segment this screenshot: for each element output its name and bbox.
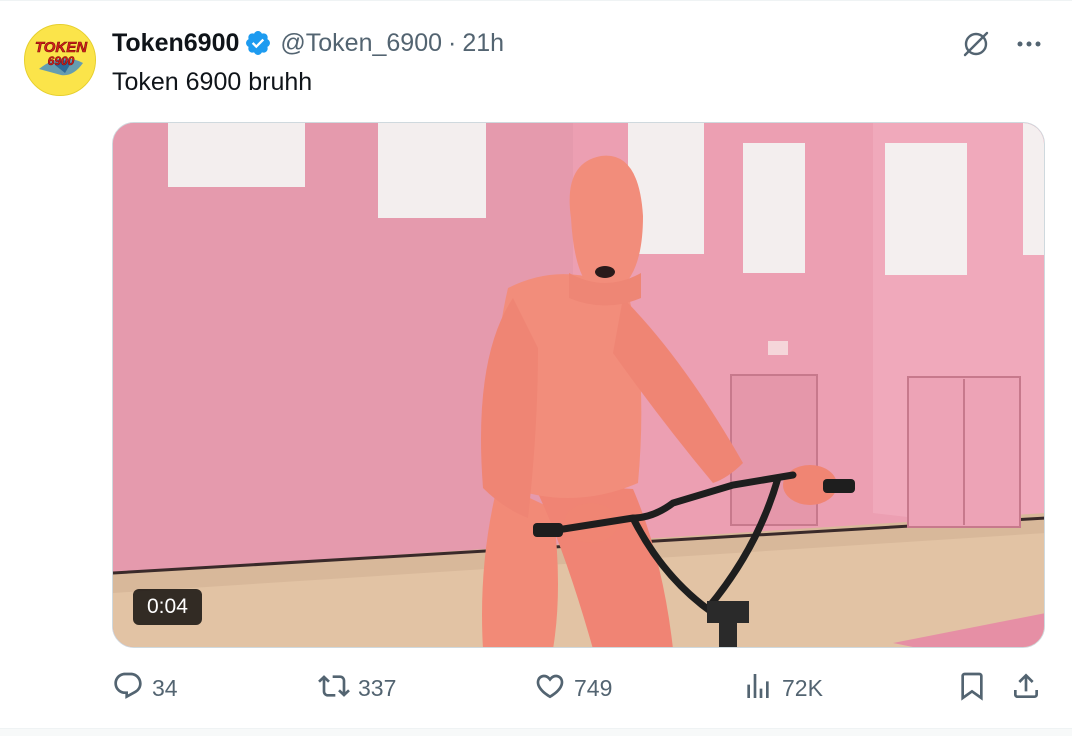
share-icon [1010,670,1042,707]
bookmark-button[interactable] [956,668,988,708]
timestamp[interactable]: 21h [462,29,504,58]
tweet[interactable]: TOKEN 6900 Token6900 @Token_6900 · 21h T… [0,0,1072,736]
tweet-text: Token 6900 bruhh [112,68,313,96]
handle[interactable]: @Token_6900 [280,29,442,58]
video-duration: 0:04 [133,589,202,625]
reply-count: 34 [152,674,178,701]
video-player[interactable]: 0:04 [112,122,1045,648]
more-icon[interactable] [1014,29,1044,59]
repost-icon [318,670,350,707]
divider [0,0,1072,1]
views-icon [742,670,774,707]
token-logo-icon: TOKEN 6900 [25,25,95,95]
display-name[interactable]: Token6900 [112,29,239,58]
grok-icon[interactable] [960,28,992,60]
separator-dot: · [448,28,457,57]
action-bar: 34 337 749 72K [112,668,1044,708]
reply-button[interactable]: 34 [112,668,178,708]
bookmark-icon [956,670,988,707]
divider [0,728,1072,736]
heart-icon [534,670,566,707]
avatar[interactable]: TOKEN 6900 [24,24,96,96]
like-count: 749 [574,674,613,701]
tweet-header: Token6900 @Token_6900 · 21h [112,26,504,60]
video-thumbnail [113,123,1044,647]
repost-button[interactable]: 337 [318,668,396,708]
views-count: 72K [782,674,823,701]
views-button[interactable]: 72K [742,668,823,708]
reply-icon [112,670,144,707]
header-actions [960,28,1044,60]
verified-badge-icon[interactable] [244,29,272,57]
share-button[interactable] [1010,668,1042,708]
repost-count: 337 [358,674,397,701]
svg-text:6900: 6900 [48,54,75,68]
like-button[interactable]: 749 [534,668,612,708]
